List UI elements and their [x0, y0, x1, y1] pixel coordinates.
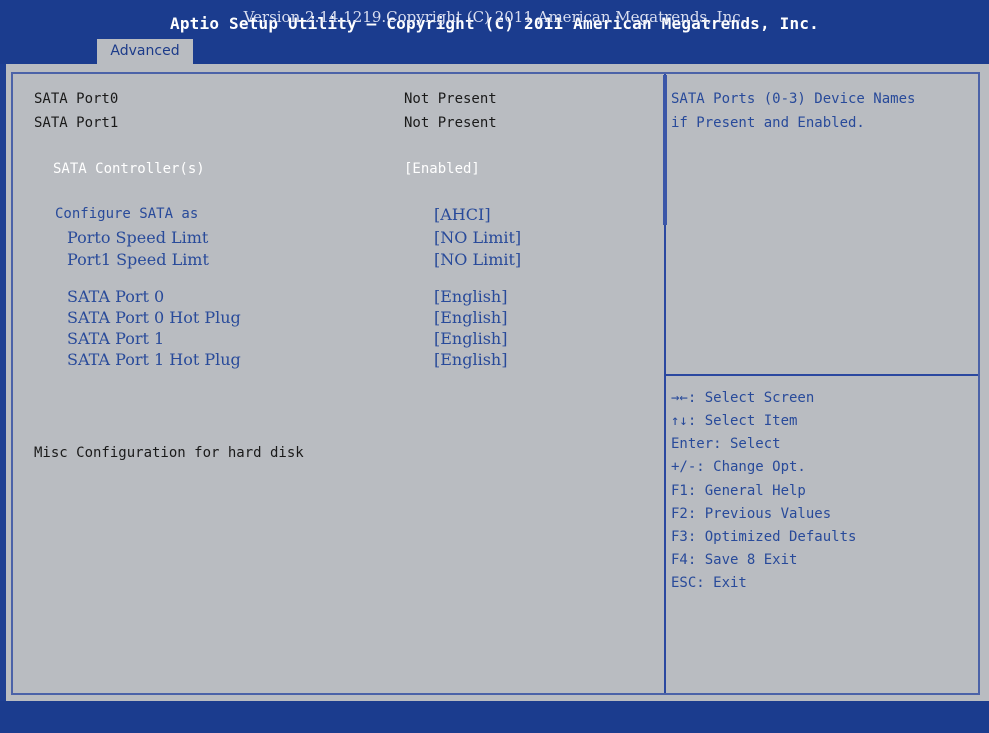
- port0-speed-label[interactable]: Porto Speed Limt: [67, 228, 208, 247]
- sata-port1-hotplug-label[interactable]: SATA Port 1 Hot Plug: [67, 350, 241, 369]
- port0-speed-value[interactable]: [NO Limit]: [434, 228, 521, 247]
- key-help-select-item: ↑↓: Select Item: [671, 413, 798, 429]
- sata-port0-hotplug-label[interactable]: SATA Port 0 Hot Plug: [67, 308, 241, 327]
- tab-advanced[interactable]: Advanced: [97, 39, 193, 64]
- key-help-f3: F3: Optimized Defaults: [671, 529, 857, 545]
- sata-controller-label[interactable]: SATA Controller(s): [53, 161, 205, 177]
- configure-sata-label[interactable]: Configure SATA as: [55, 206, 198, 222]
- sata-port0-label: SATA Port0: [34, 91, 119, 107]
- key-help-select-screen: →←: Select Screen: [671, 390, 815, 406]
- key-help-enter: Enter: Select: [671, 436, 781, 452]
- key-help-f1: F1: General Help: [671, 483, 806, 499]
- key-help-f2: F2: Previous Values: [671, 506, 832, 522]
- help-divider: [666, 374, 978, 376]
- scrollbar-thumb[interactable]: [663, 75, 667, 225]
- sata-port1-item-value[interactable]: [English]: [434, 329, 507, 348]
- sata-port0-status: Not Present: [404, 91, 497, 107]
- key-help-change-opt: +/-: Change Opt.: [671, 459, 806, 475]
- sata-port0-hotplug-value[interactable]: [English]: [434, 308, 507, 327]
- sata-port1-label: SATA Port1: [34, 115, 119, 131]
- configure-sata-value[interactable]: [AHCI]: [434, 205, 491, 224]
- sata-port1-status: Not Present: [404, 115, 497, 131]
- sata-controller-value[interactable]: [Enabled]: [404, 161, 480, 177]
- footer-bar: [0, 701, 989, 733]
- version-text: Version 2.14.1219.Copyright (C) 2011 Ame…: [243, 8, 746, 26]
- sata-port0-item-label[interactable]: SATA Port 0: [67, 287, 164, 306]
- misc-configuration-text: Misc Configuration for hard disk: [34, 445, 304, 461]
- key-help-f4: F4: Save 8 Exit: [671, 552, 798, 568]
- sata-port1-item-label[interactable]: SATA Port 1: [67, 329, 164, 348]
- help-description-line1: SATA Ports (0-3) Device Names: [671, 91, 916, 107]
- sata-port0-item-value[interactable]: [English]: [434, 287, 507, 306]
- key-help-esc: ESC: Exit: [671, 575, 747, 591]
- port1-speed-value[interactable]: [NO Limit]: [434, 250, 521, 269]
- help-description-line2: if Present and Enabled.: [671, 115, 865, 131]
- sata-port1-hotplug-value[interactable]: [English]: [434, 350, 507, 369]
- port1-speed-label[interactable]: Port1 Speed Limt: [67, 250, 209, 269]
